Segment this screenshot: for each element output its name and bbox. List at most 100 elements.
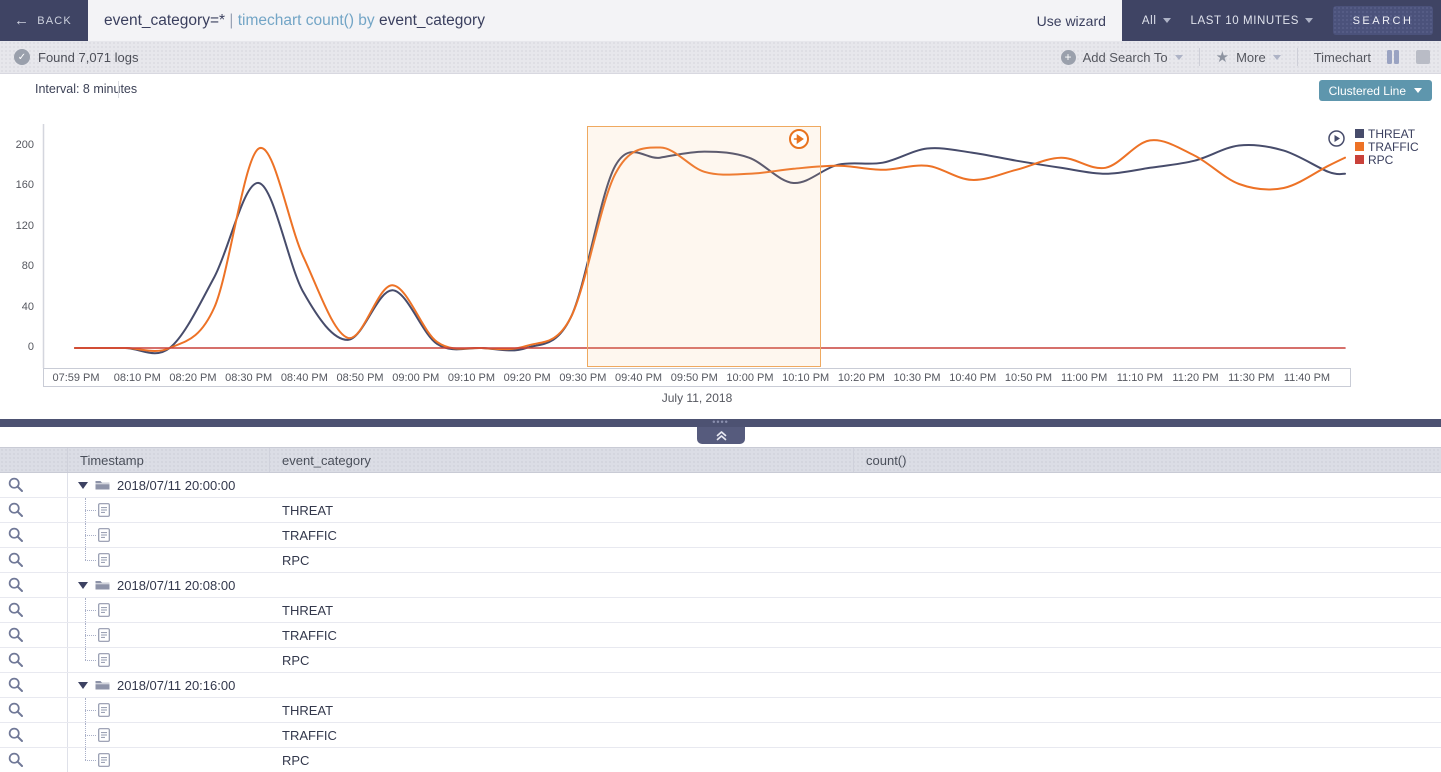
chevron-down-icon (1273, 55, 1281, 60)
count-cell (854, 623, 1441, 647)
legend-item-threat[interactable]: THREAT (1355, 127, 1419, 140)
event-category-column-header[interactable]: event_category (270, 448, 854, 472)
legend-label: THREAT (1368, 127, 1415, 141)
table-body: 2018/07/11 20:00:00THREATTRAFFICRPC2018/… (0, 473, 1441, 772)
count-cell (854, 598, 1441, 622)
chart-selection-region[interactable] (587, 126, 821, 367)
view-log-search-button[interactable] (0, 573, 68, 597)
timechart-label: Timechart (1314, 50, 1371, 65)
magnifier-icon (8, 502, 24, 518)
x-tick-label: 08:10 PM (105, 372, 169, 384)
aggregate-table: Timestamp event_category count() 2018/07… (0, 447, 1441, 772)
collapse-panel-button[interactable] (697, 427, 745, 444)
use-wizard-link[interactable]: Use wizard (1017, 13, 1106, 29)
zoom-to-selection-icon[interactable] (788, 128, 810, 155)
legend-swatch (1355, 155, 1364, 164)
table-row: TRAFFIC (0, 523, 1441, 548)
tree-line (85, 748, 86, 760)
y-tick-label: 120 (0, 220, 34, 232)
group-expand-toggle[interactable]: 2018/07/11 20:00:00 (68, 478, 235, 493)
event-category-cell: RPC (270, 548, 854, 572)
more-dropdown[interactable]: ★ More (1216, 48, 1281, 66)
panel-divider[interactable]: •••• (0, 419, 1441, 427)
plus-circle-icon: + (1061, 50, 1076, 65)
table-row: TRAFFIC (0, 623, 1441, 648)
add-search-to-dropdown[interactable]: + Add Search To (1061, 50, 1183, 65)
search-button[interactable]: SEARCH (1333, 6, 1433, 35)
timestamp-column-header[interactable]: Timestamp (68, 448, 270, 472)
chevron-down-icon (1305, 18, 1313, 23)
count-cell (854, 548, 1441, 572)
drag-handle-icon: •••• (712, 419, 729, 426)
chart-legend: THREATTRAFFICRPC (1355, 127, 1419, 166)
view-log-search-button[interactable] (0, 673, 68, 697)
more-label: More (1236, 50, 1266, 65)
x-tick-label: 09:50 PM (662, 372, 726, 384)
view-log-search-button[interactable] (0, 748, 68, 772)
add-search-to-label: Add Search To (1083, 50, 1168, 65)
x-tick-label: 10:00 PM (718, 372, 782, 384)
split-columns-layout-icon[interactable] (1385, 49, 1401, 65)
expand-triangle-icon (78, 482, 88, 489)
x-tick-label: 11:30 PM (1219, 372, 1283, 384)
view-log-search-button[interactable] (0, 623, 68, 647)
tree-line (85, 710, 96, 711)
table-row: RPC (0, 548, 1441, 573)
x-tick-label: 09:10 PM (439, 372, 503, 384)
magnifier-icon (8, 652, 24, 668)
view-log-search-button[interactable] (0, 548, 68, 572)
tree-line (85, 610, 96, 611)
scope-label: All (1142, 15, 1157, 27)
table-row: RPC (0, 748, 1441, 772)
y-tick-label: 200 (0, 139, 34, 151)
magnifier-icon (8, 577, 24, 593)
x-axis-date-label: July 11, 2018 (43, 391, 1351, 405)
group-timestamp: 2018/07/11 20:08:00 (117, 578, 235, 593)
tree-line (85, 735, 96, 736)
back-button[interactable]: ← BACK (0, 0, 88, 41)
group-timestamp: 2018/07/11 20:16:00 (117, 678, 235, 693)
event-category-cell: TRAFFIC (270, 523, 854, 547)
group-expand-toggle[interactable]: 2018/07/11 20:16:00 (68, 678, 235, 693)
group-expand-toggle[interactable]: 2018/07/11 20:08:00 (68, 578, 235, 593)
table-row: THREAT (0, 498, 1441, 523)
search-query-input[interactable]: event_category=* | timechart count() by … (104, 12, 485, 30)
event-category-cell: RPC (270, 748, 854, 772)
table-row: 2018/07/11 20:16:00 (0, 673, 1441, 698)
view-log-search-button[interactable] (0, 523, 68, 547)
magnifier-icon (8, 552, 24, 568)
time-range-label: LAST 10 MINUTES (1191, 15, 1300, 27)
play-button[interactable] (1328, 130, 1345, 152)
x-tick-label: 11:00 PM (1052, 372, 1116, 384)
x-tick-label: 11:10 PM (1108, 372, 1172, 384)
star-icon: ★ (1216, 48, 1229, 66)
time-range-dropdown[interactable]: LAST 10 MINUTES (1185, 15, 1320, 27)
x-axis[interactable]: 07:59 PM08:10 PM08:20 PM08:30 PM08:40 PM… (43, 368, 1351, 387)
tree-line (85, 535, 96, 536)
legend-item-traffic[interactable]: TRAFFIC (1355, 140, 1419, 153)
count-column-header[interactable]: count() (854, 448, 1441, 472)
query-segment: event_category=* (104, 12, 225, 29)
view-log-search-button[interactable] (0, 473, 68, 497)
event-category-cell: TRAFFIC (270, 623, 854, 647)
query-segment: | (225, 12, 238, 29)
count-cell (854, 648, 1441, 672)
magnifier-icon (8, 602, 24, 618)
legend-item-rpc[interactable]: RPC (1355, 153, 1419, 166)
expand-triangle-icon (78, 682, 88, 689)
view-log-search-button[interactable] (0, 648, 68, 672)
view-log-search-button[interactable] (0, 498, 68, 522)
view-log-search-button[interactable] (0, 723, 68, 747)
count-cell (854, 698, 1441, 722)
scope-dropdown[interactable]: All (1136, 15, 1177, 27)
view-log-search-button[interactable] (0, 698, 68, 722)
single-panel-layout-icon[interactable] (1415, 49, 1431, 65)
magnifier-icon (8, 752, 24, 768)
event-category-cell: THREAT (270, 598, 854, 622)
table-row: THREAT (0, 698, 1441, 723)
y-tick-label: 40 (0, 301, 34, 313)
query-segment: timechart count() (238, 12, 354, 29)
view-log-search-button[interactable] (0, 598, 68, 622)
chevron-down-icon (1175, 55, 1183, 60)
x-tick-label: 08:50 PM (328, 372, 392, 384)
